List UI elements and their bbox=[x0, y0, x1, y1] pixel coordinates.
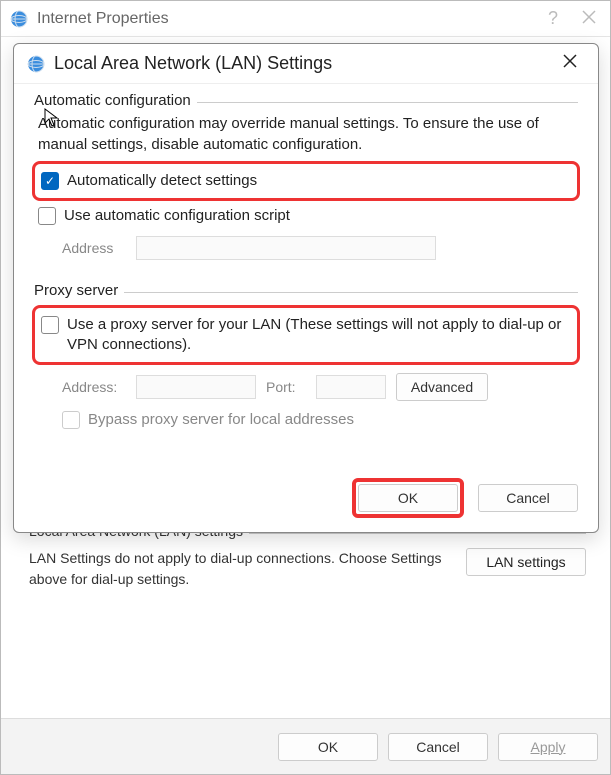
lan-description: LAN Settings do not apply to dial-up con… bbox=[29, 548, 450, 590]
proxy-address-row: Address: Port: Advanced bbox=[38, 367, 574, 401]
lan-settings-dialog: Local Area Network (LAN) Settings Automa… bbox=[13, 43, 599, 533]
detect-settings-checkbox[interactable]: ✓ bbox=[41, 172, 59, 190]
parent-close-button[interactable] bbox=[576, 7, 602, 30]
advanced-button[interactable]: Advanced bbox=[396, 373, 488, 401]
proxy-groupbox: Proxy server Use a proxy server for your… bbox=[34, 292, 578, 448]
parent-ok-button[interactable]: OK bbox=[278, 733, 378, 761]
parent-apply-button[interactable]: Apply bbox=[498, 733, 598, 761]
use-script-label: Use automatic configuration script bbox=[64, 206, 290, 226]
parent-footer: OK Cancel Apply bbox=[1, 718, 610, 774]
dialog-titlebar: Local Area Network (LAN) Settings bbox=[14, 44, 598, 84]
globe-icon bbox=[9, 9, 29, 29]
dialog-body: Automatic configuration Automatic config… bbox=[14, 84, 598, 457]
lan-settings-button[interactable]: LAN settings bbox=[466, 548, 586, 576]
parent-title: Internet Properties bbox=[37, 10, 548, 28]
proxy-address-input[interactable] bbox=[136, 375, 256, 399]
auto-config-desc: Automatic configuration may override man… bbox=[38, 113, 574, 155]
highlight-ok: OK bbox=[352, 478, 464, 518]
script-address-row: Address bbox=[38, 230, 574, 260]
use-script-checkbox[interactable] bbox=[38, 207, 56, 225]
proxy-groupbox-label: Proxy server bbox=[34, 282, 124, 299]
dialog-ok-button[interactable]: OK bbox=[358, 484, 458, 512]
use-proxy-row[interactable]: Use a proxy server for your LAN (These s… bbox=[41, 312, 571, 359]
help-icon[interactable]: ? bbox=[548, 8, 558, 29]
parent-titlebar: Internet Properties ? bbox=[1, 1, 610, 37]
use-proxy-checkbox[interactable] bbox=[41, 316, 59, 334]
highlight-proxy: Use a proxy server for your LAN (These s… bbox=[32, 305, 580, 366]
use-script-row[interactable]: Use automatic configuration script bbox=[38, 203, 574, 229]
script-address-input[interactable] bbox=[136, 236, 436, 260]
detect-settings-label: Automatically detect settings bbox=[67, 171, 257, 191]
proxy-address-label: Address: bbox=[62, 379, 126, 395]
globe-icon bbox=[26, 54, 46, 74]
bypass-row[interactable]: Bypass proxy server for local addresses bbox=[38, 407, 574, 433]
parent-cancel-button[interactable]: Cancel bbox=[388, 733, 488, 761]
auto-config-label: Automatic configuration bbox=[34, 92, 197, 109]
lan-settings-groupbox: Local Area Network (LAN) settings LAN Se… bbox=[29, 533, 586, 590]
proxy-port-input[interactable] bbox=[316, 375, 386, 399]
dialog-title: Local Area Network (LAN) Settings bbox=[54, 53, 554, 74]
bypass-label: Bypass proxy server for local addresses bbox=[88, 410, 354, 430]
highlight-detect: ✓ Automatically detect settings bbox=[32, 161, 580, 201]
internet-properties-window: Internet Properties ? Local Area Network… bbox=[0, 0, 611, 775]
dialog-footer: OK Cancel bbox=[352, 478, 578, 518]
script-address-label: Address bbox=[62, 240, 126, 256]
auto-config-groupbox: Automatic configuration Automatic config… bbox=[34, 102, 578, 274]
proxy-port-label: Port: bbox=[266, 379, 306, 395]
detect-settings-row[interactable]: ✓ Automatically detect settings bbox=[41, 168, 571, 194]
dialog-cancel-button[interactable]: Cancel bbox=[478, 484, 578, 512]
dialog-close-button[interactable] bbox=[554, 49, 586, 78]
use-proxy-label: Use a proxy server for your LAN (These s… bbox=[67, 315, 571, 356]
bypass-checkbox[interactable] bbox=[62, 411, 80, 429]
